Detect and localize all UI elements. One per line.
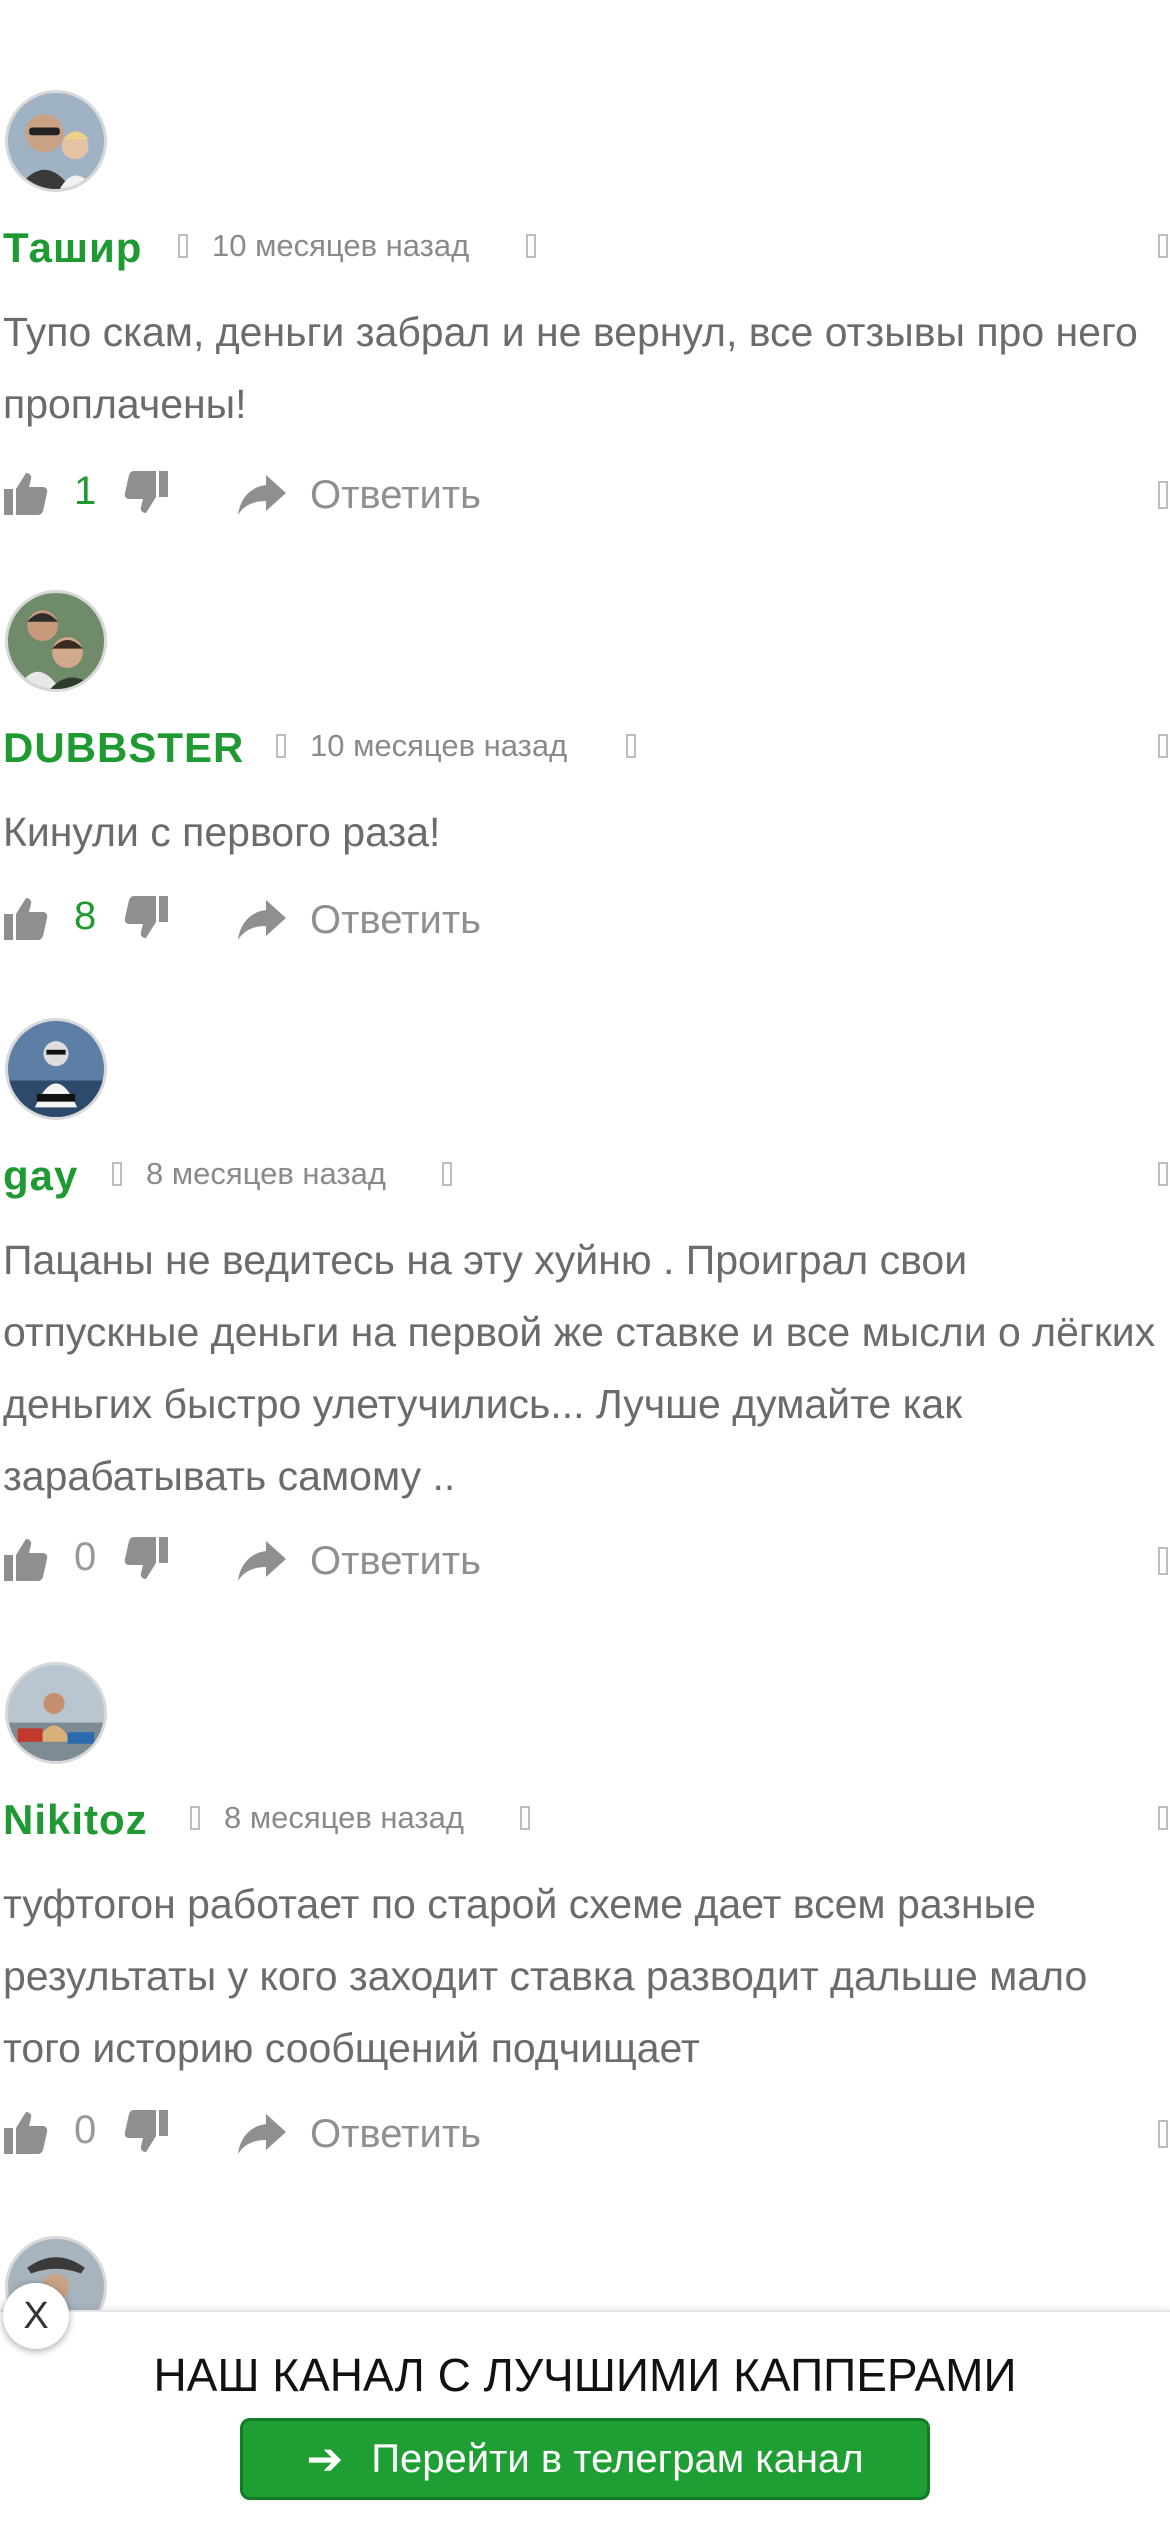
reply-icon (236, 473, 288, 517)
more-options-icon[interactable] (1158, 234, 1168, 258)
avatar[interactable] (5, 90, 107, 192)
more-options-icon[interactable] (1158, 1162, 1168, 1186)
promo-title: НАШ КАНАЛ С ЛУЧШИМИ КАППЕРАМИ (153, 2349, 1017, 2401)
comment-author[interactable]: DUBBSTER (3, 724, 244, 772)
reply-button[interactable]: Ответить (236, 465, 481, 525)
reply-button[interactable]: Ответить (236, 1531, 481, 1591)
more-options-icon[interactable] (1158, 481, 1168, 509)
vote-count: 0 (74, 1535, 97, 1579)
link-icon[interactable] (520, 1806, 530, 1830)
comment-date[interactable]: 10 месяцев назад (212, 228, 469, 264)
clock-icon (178, 234, 188, 258)
comment-author[interactable]: Ташир (3, 224, 142, 272)
clock-icon (190, 1806, 200, 1830)
comment-meta: Ташир 10 месяцев назад (0, 218, 1170, 278)
reply-label: Ответить (310, 472, 481, 517)
reply-label: Ответить (310, 1538, 481, 1583)
comment-author[interactable]: Nikitoz (3, 1796, 148, 1844)
like-icon[interactable] (2, 2108, 50, 2156)
comment-actions: 1 Ответить (0, 465, 1170, 525)
link-icon[interactable] (526, 234, 536, 258)
avatar[interactable] (5, 1662, 107, 1764)
more-options-icon[interactable] (1158, 1806, 1168, 1830)
comment-date[interactable]: 10 месяцев назад (310, 728, 567, 764)
comment-text: Кинули с первого раза! (3, 809, 441, 855)
dislike-icon[interactable] (122, 469, 170, 517)
arrow-right-icon: ➔ (306, 2434, 344, 2484)
reply-label: Ответить (310, 2111, 481, 2156)
avatar[interactable] (5, 1018, 107, 1120)
comment-text: Пацаны не ведитесь на эту хуйню . Проигр… (3, 1237, 1156, 1499)
like-icon[interactable] (2, 469, 50, 517)
comment-meta: DUBBSTER 10 месяцев назад (0, 718, 1170, 778)
reply-label: Ответить (310, 897, 481, 942)
comment-author[interactable]: gay (3, 1152, 78, 1200)
dislike-icon[interactable] (122, 2108, 170, 2156)
comment-actions: 8 Ответить (0, 890, 1170, 950)
comment-meta: gay 8 месяцев назад (0, 1146, 1170, 1206)
vote-count: 8 (74, 894, 97, 938)
reply-icon (236, 898, 288, 942)
clock-icon (112, 1162, 122, 1186)
comment-text: туфтогон работает по старой схеме дает в… (3, 1881, 1088, 2071)
comment-text: Тупо скам, деньги забрал и не вернул, вс… (3, 309, 1138, 427)
close-banner-button[interactable]: X (3, 2283, 69, 2349)
clock-icon (276, 734, 286, 758)
comment-actions: 0 Ответить (0, 1531, 1170, 1591)
link-icon[interactable] (626, 734, 636, 758)
reply-icon (236, 1539, 288, 1583)
like-icon[interactable] (2, 1535, 50, 1583)
more-options-icon[interactable] (1158, 1547, 1168, 1575)
comment-date[interactable]: 8 месяцев назад (224, 1800, 464, 1836)
comment-meta: Nikitoz 8 месяцев назад (0, 1790, 1170, 1850)
telegram-channel-button-label: Перейти в телеграм канал (371, 2436, 864, 2481)
reply-button[interactable]: Ответить (236, 2104, 481, 2164)
more-options-icon[interactable] (1158, 2120, 1168, 2148)
telegram-channel-button[interactable]: ➔ Перейти в телеграм канал (240, 2418, 930, 2500)
comment-actions: 0 Ответить (0, 2104, 1170, 2164)
reply-button[interactable]: Ответить (236, 890, 481, 950)
close-icon: X (23, 2294, 49, 2337)
reply-icon (236, 2112, 288, 2156)
link-icon[interactable] (442, 1162, 452, 1186)
avatar[interactable] (5, 590, 107, 692)
vote-count: 0 (74, 2108, 97, 2152)
comment-date[interactable]: 8 месяцев назад (146, 1156, 386, 1192)
more-options-icon[interactable] (1158, 734, 1168, 758)
promo-banner: НАШ КАНАЛ С ЛУЧШИМИ КАППЕРАМИ ➔ Перейти … (0, 2310, 1170, 2534)
like-icon[interactable] (2, 894, 50, 942)
dislike-icon[interactable] (122, 894, 170, 942)
dislike-icon[interactable] (122, 1535, 170, 1583)
vote-count: 1 (74, 469, 97, 513)
